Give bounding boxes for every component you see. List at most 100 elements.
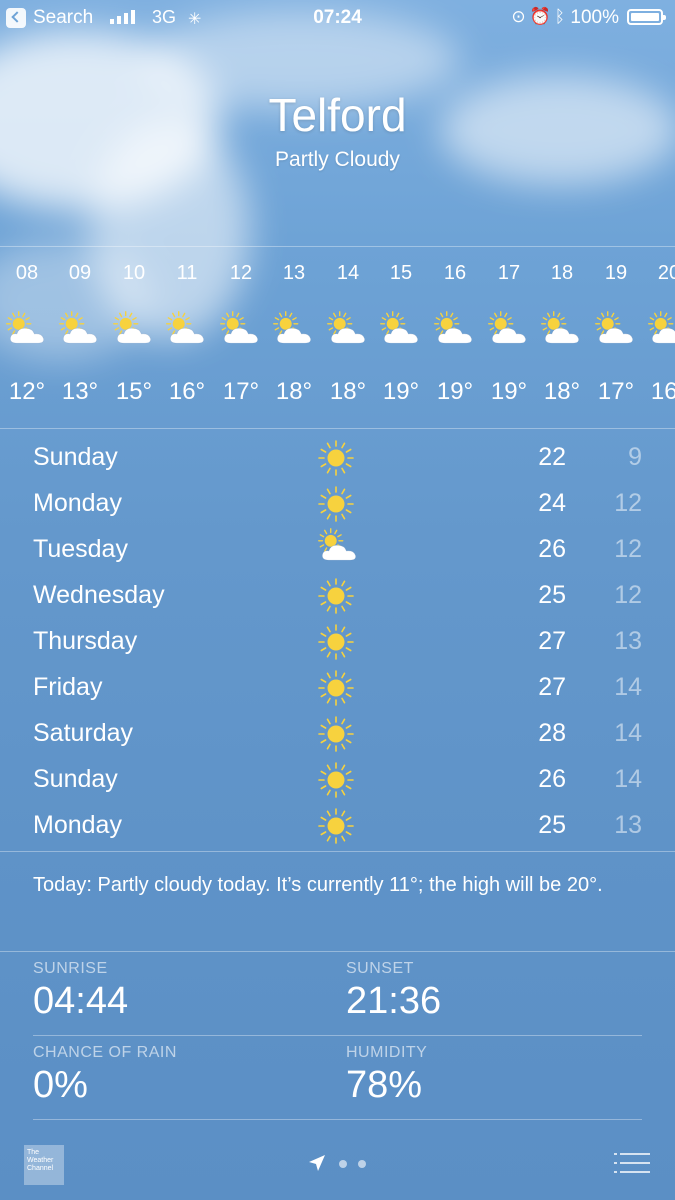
status-bar: Search 3G ✳ 07:24 ⊙⏰ᛒ 100%	[0, 0, 675, 36]
humidity-detail: HUMIDITY 78%	[346, 1044, 427, 1107]
rotation-lock-icon: ⊙	[511, 7, 530, 26]
hourly-item: 12 17°	[214, 248, 268, 428]
sun-icon	[318, 440, 354, 476]
hour-label: 08	[15, 262, 39, 284]
day-high-temperature: 27	[538, 673, 566, 701]
day-name: Sunday	[33, 443, 118, 471]
hourly-forecast[interactable]: 08 12° 09 13° 10 15° 11 16° 12 17° 13 18° 14 18° 15 19°…	[0, 248, 675, 428]
day-name: Wednesday	[33, 581, 165, 609]
hour-label: 13	[282, 262, 306, 284]
day-low-temperature: 13	[614, 627, 642, 655]
partly-cloudy-icon	[59, 311, 97, 344]
hourly-item: 20 16°	[642, 248, 675, 428]
day-weather-icon	[316, 438, 356, 483]
hour-label: 10	[122, 262, 146, 284]
day-high-temperature: 25	[538, 581, 566, 609]
partly-cloudy-icon	[488, 311, 526, 344]
hour-temperature: 16°	[168, 378, 206, 405]
rain-label: CHANCE OF RAIN	[33, 1044, 177, 1061]
footer-toolbar: The Weather Channel	[0, 1130, 675, 1200]
day-name: Monday	[33, 489, 122, 517]
rain-detail: CHANCE OF RAIN 0%	[33, 1044, 177, 1107]
partly-cloudy-icon	[273, 311, 311, 344]
partly-cloudy-icon	[380, 311, 418, 344]
hour-weather-icon	[4, 310, 50, 352]
city-list-icon[interactable]	[614, 1152, 650, 1174]
daily-row: Sunday 22 9	[0, 435, 675, 481]
day-high-temperature: 22	[538, 443, 566, 471]
partly-cloudy-icon	[6, 311, 44, 344]
day-weather-icon	[316, 484, 356, 529]
hourly-item: 11 16°	[160, 248, 214, 428]
day-high-temperature: 25	[538, 811, 566, 839]
partly-cloudy-icon	[648, 311, 675, 344]
divider	[0, 851, 675, 852]
humidity-value: 78%	[346, 1064, 423, 1106]
daily-row: Monday 24 12	[0, 481, 675, 527]
day-weather-icon	[316, 622, 356, 667]
day-low-temperature: 9	[628, 443, 642, 471]
partly-cloudy-icon	[318, 528, 356, 561]
hour-label: 19	[604, 262, 628, 284]
day-low-temperature: 14	[614, 673, 642, 701]
hour-label: 12	[229, 262, 253, 284]
day-low-temperature: 13	[614, 811, 642, 839]
city-name: Telford	[268, 89, 407, 141]
location-arrow-icon[interactable]	[308, 1154, 326, 1172]
humidity-label: HUMIDITY	[346, 1044, 428, 1061]
hour-weather-icon	[57, 310, 103, 352]
sunset-detail: SUNSET 21:36	[346, 960, 441, 1023]
hour-label: 17	[497, 262, 521, 284]
hourly-item: 09 13°	[53, 248, 107, 428]
page-dot[interactable]	[339, 1160, 347, 1168]
hour-label: 11	[176, 262, 198, 284]
sunrise-value: 04:44	[33, 980, 129, 1022]
sunset-value: 21:36	[346, 980, 442, 1022]
hourly-item: 19 17°	[589, 248, 643, 428]
rain-value: 0%	[33, 1064, 88, 1106]
day-weather-icon	[316, 527, 362, 569]
hour-weather-icon	[164, 310, 210, 352]
partly-cloudy-icon	[220, 311, 258, 344]
daily-row: Thursday 27 13	[0, 619, 675, 665]
daily-row: Tuesday 26 12	[0, 527, 675, 573]
day-name: Tuesday	[33, 535, 128, 563]
hourly-item: 15 19°	[374, 248, 428, 428]
sunset-label: SUNSET	[346, 960, 414, 977]
partly-cloudy-icon	[113, 311, 151, 344]
sun-icon	[318, 578, 354, 614]
hour-weather-icon	[111, 310, 157, 352]
battery-percentage: 100%	[570, 7, 619, 28]
hourly-item: 08 12°	[0, 248, 54, 428]
sun-icon	[318, 670, 354, 706]
alarm-icon: ⏰	[529, 7, 555, 26]
daily-row: Friday 27 14	[0, 665, 675, 711]
partly-cloudy-icon	[434, 311, 472, 344]
weather-channel-logo[interactable]: The Weather Channel	[24, 1145, 64, 1185]
day-weather-icon	[316, 760, 356, 805]
hour-temperature: 13°	[61, 378, 99, 405]
partly-cloudy-icon	[541, 311, 579, 344]
day-weather-icon	[316, 714, 356, 759]
hour-weather-icon	[539, 310, 585, 352]
hour-temperature: 18°	[275, 378, 313, 405]
hour-temperature: 19°	[436, 378, 474, 405]
divider	[0, 951, 675, 952]
day-name: Thursday	[33, 627, 138, 655]
hour-temperature: 18°	[543, 378, 581, 405]
daily-row: Monday 25 13	[0, 803, 675, 849]
hourly-item: 18 18°	[535, 248, 589, 428]
hour-weather-icon	[378, 310, 424, 352]
hour-weather-icon	[486, 310, 532, 352]
day-high-temperature: 26	[538, 535, 566, 563]
partly-cloudy-icon	[166, 311, 204, 344]
day-high-temperature: 27	[538, 627, 566, 655]
day-high-temperature: 26	[538, 765, 566, 793]
daily-row: Wednesday 25 12	[0, 573, 675, 619]
sun-icon	[318, 762, 354, 798]
daily-row: Saturday 28 14	[0, 711, 675, 757]
hour-temperature: 16°	[650, 378, 675, 405]
divider	[0, 246, 675, 247]
page-dot[interactable]	[358, 1160, 366, 1168]
divider	[33, 1119, 642, 1120]
